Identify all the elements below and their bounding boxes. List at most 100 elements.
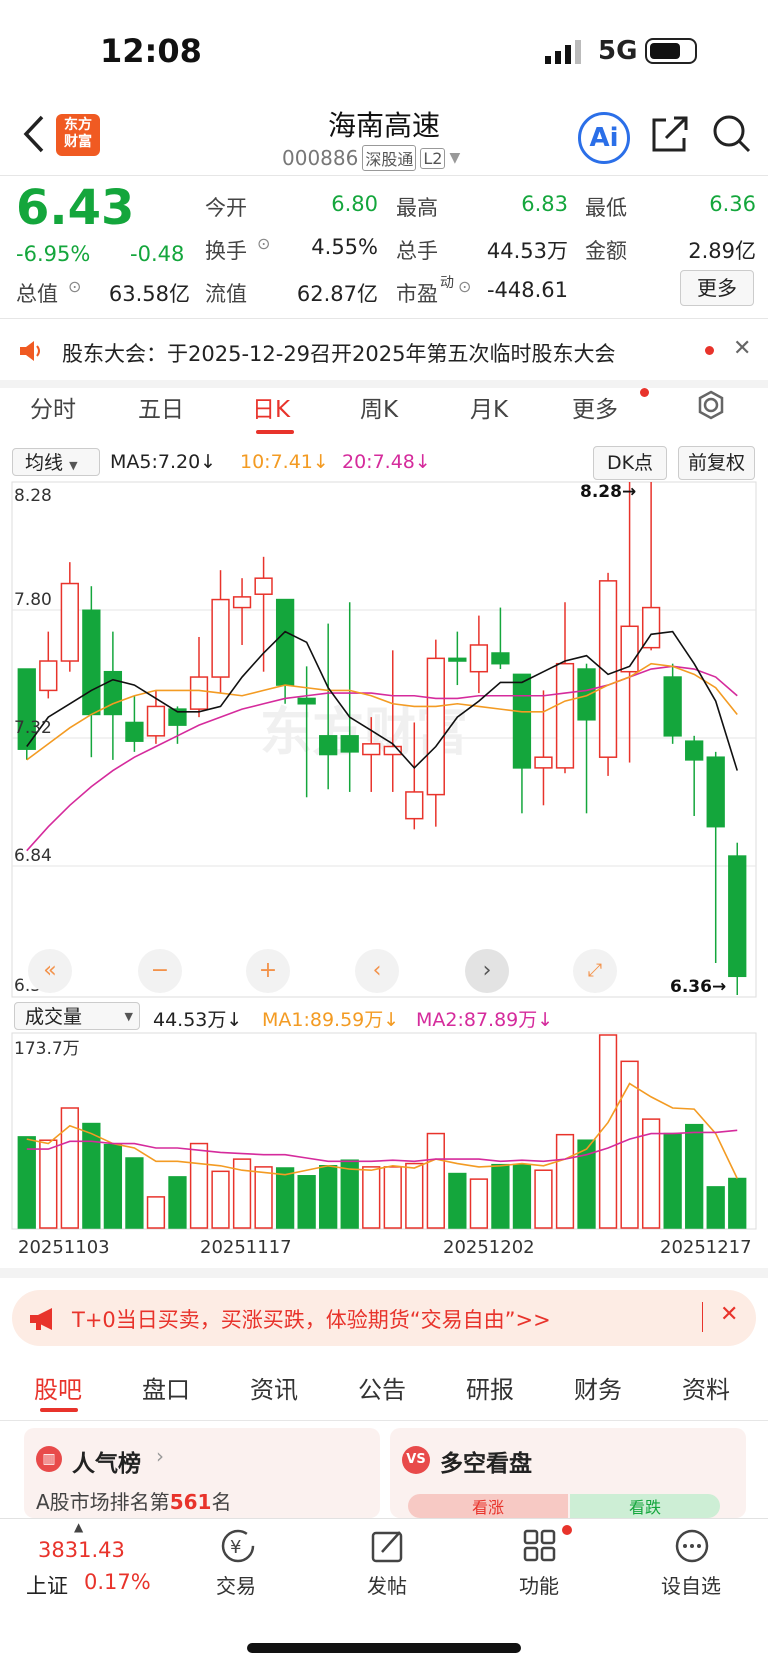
indicator-select-label: 均线 [25,452,64,474]
level2-badge: L2 [420,147,446,169]
tab-handicap[interactable]: 盘口 [142,1370,190,1405]
kline-chart[interactable]: 东方财富 [0,480,768,1000]
ai-assistant-button[interactable]: Ai [578,112,630,164]
max-price-marker: 8.28→ [580,482,637,502]
float-label: 流值 [205,282,247,306]
tab-announcements[interactable]: 公告 [358,1370,406,1405]
close-icon[interactable]: ✕ [720,1302,738,1327]
battery-icon [645,38,697,64]
index-value[interactable]: 3831.43 [38,1538,125,1562]
vol-ma1-readout: MA1:89.59万↓ [262,1009,400,1031]
zoom-in-button[interactable]: + [246,949,290,993]
tab-add-watchlist[interactable]: 设自选 [631,1570,751,1599]
candle-down [728,855,747,978]
unread-dot [562,1525,572,1535]
tab-monthly-k[interactable]: 月K [470,390,508,424]
scroll-left-fast-button[interactable]: « [28,949,72,993]
more-dots-icon[interactable] [674,1528,710,1568]
gear-icon[interactable] [696,390,726,420]
speaker-icon [20,341,40,361]
tab-intraday[interactable]: 分时 [30,390,76,424]
date-label: 20251202 [443,1237,535,1258]
adjust-button[interactable]: 前复权 [678,446,755,480]
amount-label: 金额 [585,239,627,263]
tab-functions[interactable]: 功能 [479,1570,599,1599]
ma5-readout: MA5:7.20↓ [110,451,217,473]
signal-icon [545,40,581,64]
promo-banner[interactable]: T+0当日买卖，买涨买跌，体验期货“交易自由”>> ✕ [12,1290,756,1346]
tab-trade[interactable]: 交易 [176,1570,296,1599]
pe-dynamic-mark: 动 [440,275,454,291]
tab-post[interactable]: 发帖 [327,1570,447,1599]
candle-down [297,697,316,705]
candle-down [82,609,101,716]
volume-bar-down [340,1159,359,1229]
tab-weekly-k[interactable]: 周K [360,390,398,424]
date-label: 20251217 [660,1237,752,1258]
popularity-card[interactable]: ▥ 人气榜 › A股市场排名第561名 [24,1428,380,1518]
info-icon[interactable]: ⊙ [68,277,81,296]
price-axis-top: 8.28 [14,486,52,506]
candle-up [39,660,58,692]
vs-icon: VS [402,1446,430,1474]
stock-code-row[interactable]: 000886 深股通 L2 ▼ [282,145,460,171]
search-icon[interactable] [712,114,752,154]
unread-dot [705,346,714,355]
status-bar: 12:08 5G [0,0,768,95]
candle-up [534,756,553,769]
info-icon[interactable]: ⊙ [257,234,270,253]
volume-bar-down [168,1176,187,1229]
dk-point-button[interactable]: DK点 [593,446,667,480]
trade-icon[interactable]: ¥ [218,1528,258,1568]
scroll-left-button[interactable]: ‹ [355,949,399,993]
share-icon[interactable] [650,114,690,154]
index-change[interactable]: 0.17% [84,1570,151,1594]
volume-value: 44.53万 [486,239,568,263]
zoom-out-button[interactable]: − [138,949,182,993]
bearish-button[interactable]: 看跌 [570,1494,720,1518]
volume-chart[interactable] [0,1032,768,1232]
close-icon[interactable]: ✕ [733,336,751,361]
volume-select-label: 成交量 [25,1006,83,1028]
volume-bar-up [555,1133,575,1229]
scroll-right-button[interactable]: › [465,949,509,993]
tab-finance[interactable]: 财务 [574,1370,622,1405]
volume-readout: 44.53万↓ [153,1009,243,1031]
tab-five-day[interactable]: 五日 [138,390,184,424]
rank-icon: ▥ [36,1446,62,1472]
mktcap-label: 总值 [16,282,58,306]
more-button[interactable]: 更多 [680,270,754,306]
tab-more[interactable]: 更多 [572,390,618,424]
tab-profile[interactable]: 资料 [682,1370,730,1405]
candle-up [146,705,166,737]
pe-label: 市盈 [396,282,438,306]
volume-bar-down [706,1186,725,1229]
fullscreen-icon[interactable]: ⤢ [573,949,617,993]
index-name[interactable]: 上证 [26,1570,68,1600]
high-label: 最高 [396,196,438,220]
tab-news[interactable]: 资讯 [250,1370,298,1405]
rank-number: 561 [169,1490,212,1514]
candle-up [189,676,209,710]
promo-text: T+0当日买卖，买涨买跌，体验期货“交易自由”>> [72,1308,551,1332]
tab-research[interactable]: 研报 [466,1370,514,1405]
tab-daily-k[interactable]: 日K [252,390,290,424]
tab-guba[interactable]: 股吧 [34,1370,82,1405]
indicator-select[interactable]: 均线 ▼ [12,448,100,476]
ma10-readout: 10:7.41↓ [240,451,329,473]
volume-bar-up [598,1034,618,1229]
candle-up [555,662,575,769]
candle-up [254,577,273,595]
volume-bar-up [362,1166,381,1229]
post-icon[interactable] [370,1528,406,1568]
clock: 12:08 [100,32,202,70]
volume-indicator-select[interactable]: 成交量 ▼ [14,1002,140,1030]
shareholder-meeting-notice[interactable]: 股东大会：于2025-12-29召开2025年第五次临时股东大会 [62,338,615,368]
bullish-button[interactable]: 看涨 [408,1494,568,1518]
volume-bar-up [39,1139,58,1229]
pe-value: -448.61 [486,278,568,302]
bull-bear-card[interactable]: VS 多空看盘 看涨 看跌 [390,1428,746,1518]
volume-bar-up [405,1162,424,1229]
home-indicator [247,1643,521,1653]
function-grid-icon[interactable] [522,1528,558,1568]
